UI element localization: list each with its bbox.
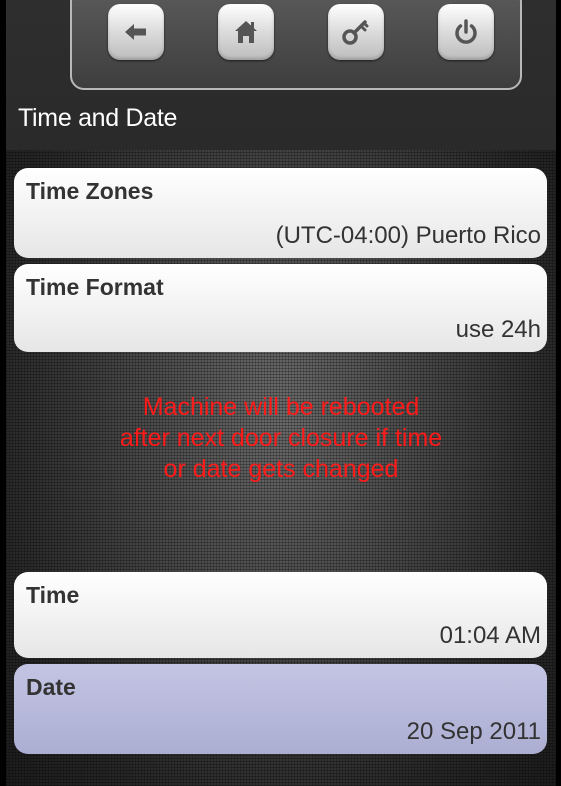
power-icon bbox=[455, 19, 477, 44]
warning-line-3: or date gets changed bbox=[163, 455, 399, 483]
home-button[interactable] bbox=[218, 4, 274, 60]
key-button[interactable] bbox=[328, 4, 384, 60]
back-button[interactable] bbox=[108, 4, 164, 60]
time-zones-row[interactable]: Time Zones (UTC-04:00) Puerto Rico bbox=[14, 168, 547, 258]
warning-line-2: after next door closure if time bbox=[119, 424, 443, 452]
header: Time and Date bbox=[6, 0, 556, 150]
warning-line-1: Machine will be rebooted bbox=[142, 393, 420, 421]
time-row[interactable]: Time 01:04 AM bbox=[14, 572, 547, 658]
time-label: Time bbox=[26, 582, 80, 608]
time-format-label: Time Format bbox=[26, 274, 164, 300]
page-title: Time and Date bbox=[18, 104, 178, 132]
time-format-value: use 24h bbox=[455, 316, 541, 343]
time-format-row[interactable]: Time Format use 24h bbox=[14, 264, 547, 352]
time-zones-label: Time Zones bbox=[26, 178, 154, 204]
power-button[interactable] bbox=[438, 4, 494, 60]
time-zones-value: (UTC-04:00) Puerto Rico bbox=[275, 222, 541, 249]
time-value: 01:04 AM bbox=[439, 622, 541, 649]
nav-bar bbox=[70, 0, 522, 90]
date-value: 20 Sep 2011 bbox=[406, 718, 541, 745]
reboot-warning: Machine will be rebooted after next door… bbox=[6, 392, 556, 485]
key-icon bbox=[342, 20, 369, 45]
date-label: Date bbox=[26, 674, 76, 700]
date-row[interactable]: Date 20 Sep 2011 bbox=[14, 664, 547, 754]
back-icon bbox=[125, 24, 146, 40]
screen: Time and Date Time Zones (UTC-04:00) Pue… bbox=[6, 0, 556, 786]
home-icon bbox=[235, 21, 257, 43]
